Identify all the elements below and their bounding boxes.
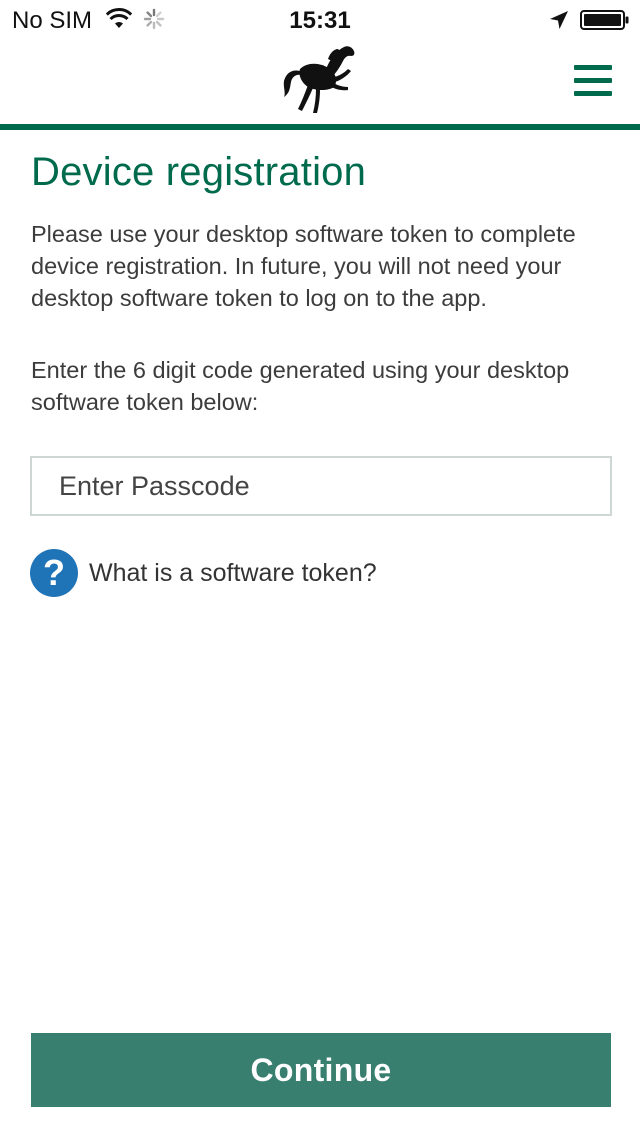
instruction-text: Enter the 6 digit code generated using y…: [31, 357, 570, 415]
location-arrow-icon: [550, 11, 568, 29]
page-title: Device registration: [31, 150, 367, 194]
hamburger-menu-icon[interactable]: [574, 65, 612, 97]
device-registration-screen: No SIM 15:31 Device registration Please …: [0, 0, 640, 1136]
battery-icon: [580, 10, 629, 30]
app-header: [0, 40, 640, 124]
black-horse-logo: [283, 46, 355, 113]
question-mark-icon[interactable]: ?: [30, 549, 78, 597]
header-divider: [0, 124, 640, 130]
passcode-input[interactable]: [30, 456, 612, 516]
help-link-label[interactable]: What is a software token?: [89, 559, 377, 588]
continue-button[interactable]: Continue: [31, 1033, 611, 1107]
intro-text: Please use your desktop software token t…: [31, 221, 576, 311]
status-time: 15:31: [289, 7, 351, 34]
status-bar: No SIM 15:31: [0, 0, 640, 40]
software-token-help-link[interactable]: ? What is a software token?: [30, 548, 377, 598]
